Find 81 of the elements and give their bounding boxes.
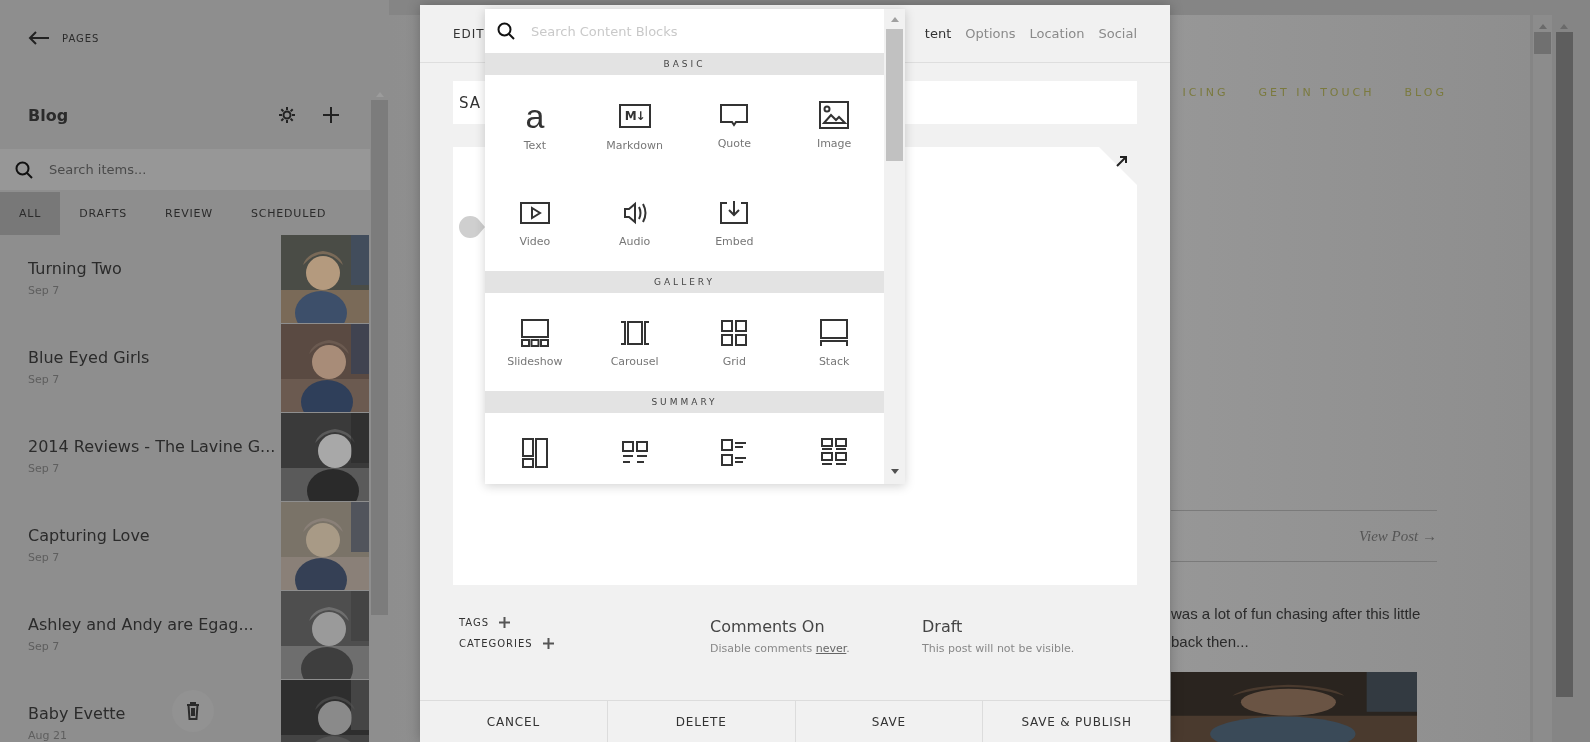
scrollbar[interactable] — [884, 9, 905, 484]
tags-label: TAGS — [459, 617, 490, 628]
block-option[interactable]: M↓ Markdown — [584, 75, 685, 173]
categories-label: CATEGORIES — [459, 638, 533, 649]
block-label: Carousel — [610, 355, 659, 368]
post-status[interactable]: Draft — [922, 617, 1170, 636]
expand-icon[interactable] — [1116, 156, 1127, 167]
filter-tab[interactable]: REVIEW — [146, 192, 232, 235]
comments-note: Disable comments never. — [710, 642, 851, 655]
search-field[interactable]: Search items... — [0, 149, 370, 190]
section-header: SUMMARY — [651, 397, 718, 407]
editor-tab[interactable]: Options — [965, 26, 1016, 41]
block-label: Grid — [722, 355, 746, 368]
post-title[interactable]: Blue Eyed Girls — [28, 348, 281, 367]
block-label: Text — [523, 139, 546, 152]
scrollbar-thumb[interactable] — [1534, 32, 1551, 54]
block-option[interactable]: Quote — [684, 75, 785, 173]
block-option[interactable]: Video — [485, 173, 585, 271]
block-label: Stack — [818, 355, 850, 368]
section-header: GALLERY — [654, 277, 715, 287]
search-icon — [497, 22, 515, 40]
action-button[interactable]: DELETE — [606, 701, 795, 742]
filter-tab[interactable]: ALL — [0, 192, 61, 235]
markdown-icon: M↓ — [618, 104, 651, 128]
scrollbar-thumb[interactable] — [886, 29, 903, 161]
block-option[interactable]: Embed — [684, 173, 785, 271]
add-icon[interactable] — [542, 638, 554, 649]
post-title[interactable]: Baby Evette — [28, 704, 281, 723]
editor-tab[interactable]: Location — [1029, 26, 1085, 41]
filter-tab[interactable]: DRAFTS — [60, 192, 146, 235]
action-button[interactable]: SAVE — [794, 701, 983, 742]
back-arrow-icon[interactable] — [28, 31, 50, 45]
block-option[interactable]: Grid — [684, 293, 785, 391]
settings-icon[interactable] — [278, 106, 296, 124]
filter-tab[interactable]: SCHEDULED — [232, 192, 346, 235]
never-link[interactable]: never — [815, 642, 847, 655]
search-input[interactable]: Search items... — [47, 161, 331, 178]
section-title: Blog — [28, 105, 70, 125]
back-link[interactable]: PAGES — [62, 32, 100, 44]
stack-icon — [818, 317, 851, 349]
trash-icon — [186, 702, 200, 720]
editor-heading: EDIT — [453, 26, 485, 41]
post-excerpt: was a lot of fun chasing after this little back then... — [1171, 604, 1422, 652]
add-icon[interactable] — [499, 617, 511, 628]
block-label: Slideshow — [507, 355, 563, 368]
block-label: Embed — [715, 235, 754, 248]
block-option[interactable]: Stack — [784, 293, 884, 391]
scroll-up-icon[interactable] — [890, 17, 899, 22]
editor-tab[interactable]: Social — [1098, 26, 1137, 41]
block-label: Markdown — [606, 139, 664, 152]
letter-icon: a — [525, 99, 545, 133]
scroll-up-icon[interactable] — [1560, 24, 1568, 29]
status-note: This post will not be visible. — [922, 642, 1076, 655]
comments-status[interactable]: Comments On — [710, 617, 922, 636]
add-icon[interactable] — [322, 106, 340, 124]
section-header: BASIC — [663, 59, 706, 69]
view-post-link[interactable]: View Post → — [1358, 527, 1437, 545]
action-button[interactable]: SAVE & PUBLISH — [982, 701, 1170, 742]
slideshow-icon — [518, 317, 551, 349]
block-label: Image — [816, 137, 852, 150]
scroll-up-icon[interactable] — [1538, 24, 1547, 29]
block-option[interactable]: Slideshow — [485, 293, 585, 391]
block-option[interactable]: Audio — [584, 173, 685, 271]
post-title[interactable]: Capturing Love — [28, 526, 281, 545]
action-button[interactable]: CANCEL — [420, 701, 607, 742]
scrollbar-thumb[interactable] — [371, 100, 388, 615]
block-label: Video — [519, 235, 551, 248]
scrollbar[interactable] — [1533, 15, 1552, 742]
editor-tab[interactable]: tent — [924, 26, 952, 41]
block-option[interactable]: a Text — [485, 75, 585, 173]
block-option[interactable]: Image — [784, 75, 884, 173]
scroll-down-icon[interactable] — [890, 469, 899, 474]
post-title[interactable]: Ashley and Andy are Egag... — [28, 615, 281, 634]
image-icon — [818, 99, 851, 131]
search-icon — [15, 160, 33, 179]
post-title[interactable]: 2014 Reviews - The Lavine G... — [28, 437, 281, 456]
block-option[interactable]: Carousel — [584, 293, 685, 391]
block-label: Quote — [717, 137, 752, 150]
block-label: Audio — [619, 235, 651, 248]
post-title[interactable]: Turning Two — [28, 259, 281, 278]
insert-point-icon[interactable] — [459, 216, 485, 238]
